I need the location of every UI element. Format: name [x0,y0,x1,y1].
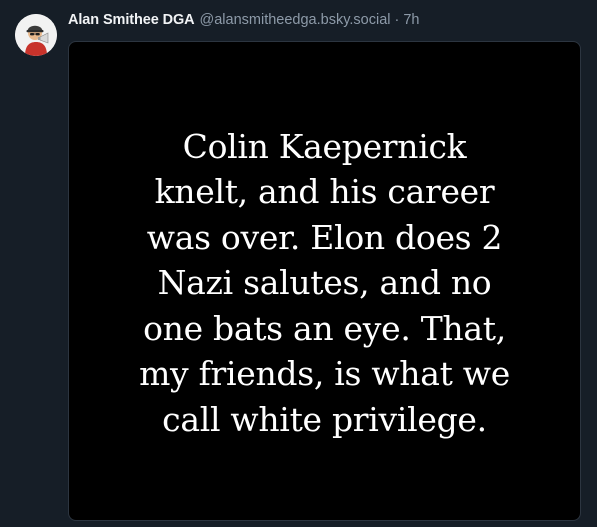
avatar[interactable] [15,14,57,56]
post: Alan Smithee DGA @alansmitheedga.bsky.so… [0,0,597,527]
author-handle[interactable]: @alansmitheedga.bsky.social [200,12,391,28]
post-header: Alan Smithee DGA @alansmitheedga.bsky.so… [68,12,419,32]
director-avatar-icon [15,14,57,56]
header-separator: · [394,12,400,28]
image-quote-text: Colin Kaepernick knelt, and his career w… [139,126,510,439]
post-timestamp[interactable]: 7h [403,12,419,28]
post-image[interactable]: Colin Kaepernick knelt, and his career w… [68,41,581,521]
author-display-name[interactable]: Alan Smithee DGA [68,12,195,28]
